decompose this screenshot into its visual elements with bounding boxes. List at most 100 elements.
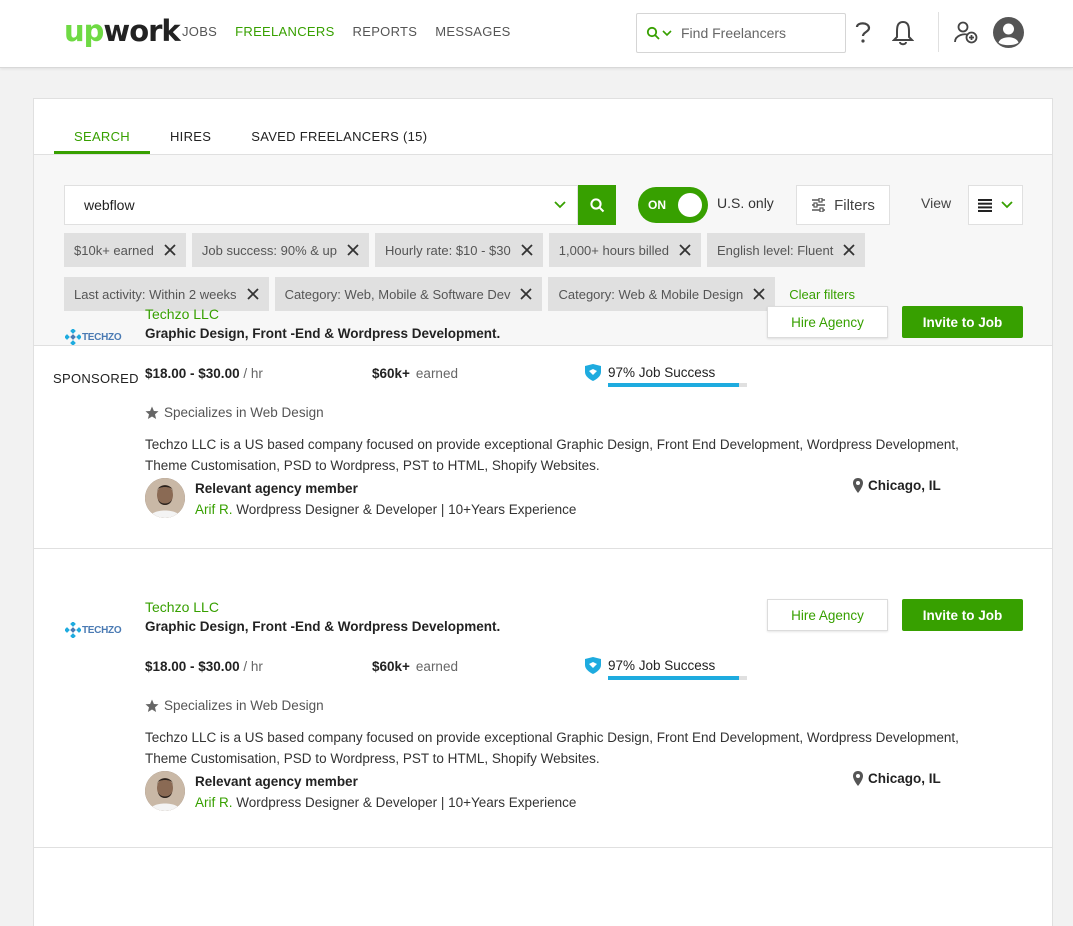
view-toggle-button[interactable]: [968, 185, 1023, 225]
star-icon: [145, 406, 159, 419]
member-title: Wordpress Designer & Developer | 10+Year…: [236, 795, 577, 810]
close-icon[interactable]: [520, 288, 533, 300]
location-pin-icon: [853, 478, 863, 493]
location: Chicago, IL: [853, 478, 941, 493]
chevron-down-icon[interactable]: [553, 198, 567, 212]
close-icon[interactable]: [164, 244, 176, 256]
company-name-link[interactable]: Techzo LLC: [145, 599, 219, 615]
add-user-icon[interactable]: [954, 20, 978, 44]
close-icon[interactable]: [246, 288, 259, 300]
member-info: Arif R. Wordpress Designer & Developer |…: [195, 502, 576, 517]
member-name-link[interactable]: Arif R.: [195, 795, 233, 810]
header-search[interactable]: Find Freelancers: [636, 13, 846, 53]
specialization-text: Specializes in Web Design: [164, 698, 324, 713]
hourly-rate: $18.00 - $30.00 / hr: [145, 366, 263, 381]
chevron-down-icon: [1001, 201, 1013, 209]
job-success: 97% Job Success: [585, 651, 747, 680]
bell-icon[interactable]: [892, 20, 914, 46]
search-icon: [646, 26, 660, 40]
filter-chip[interactable]: Hourly rate: $10 - $30: [375, 233, 543, 267]
job-success-fill: [608, 383, 739, 387]
company-logo: TECHZO: [65, 329, 122, 345]
hire-agency-button[interactable]: Hire Agency: [767, 599, 888, 631]
invite-to-job-button[interactable]: Invite to Job: [902, 306, 1023, 338]
filter-chip-label: 1,000+ hours billed: [558, 242, 669, 258]
specialization: Specializes in Web Design: [145, 405, 324, 420]
filter-chip[interactable]: $10k+ earned: [64, 233, 186, 267]
profile-title: Graphic Design, Front -End & Wordpress D…: [145, 326, 501, 341]
top-header: up work JOBS FREELANCERS REPORTS MESSAGES…: [0, 0, 1073, 68]
close-icon[interactable]: [347, 244, 359, 256]
relevant-member-label: Relevant agency member: [195, 481, 358, 496]
filter-chip[interactable]: Job success: 90% & up: [191, 233, 370, 267]
relevant-member-label: Relevant agency member: [195, 774, 358, 789]
avatar-icon[interactable]: [992, 16, 1025, 49]
member-title: Wordpress Designer & Developer | 10+Year…: [236, 502, 577, 517]
rate-value: $18.00 - $30.00: [145, 659, 240, 674]
job-success-bar: [608, 676, 747, 680]
hourly-rate: $18.00 - $30.00 / hr: [145, 659, 263, 674]
specialization-text: Specializes in Web Design: [164, 405, 324, 420]
close-icon[interactable]: [679, 244, 691, 256]
close-icon[interactable]: [843, 244, 855, 256]
search-icon: [590, 198, 605, 213]
tab-search[interactable]: SEARCH: [54, 129, 150, 154]
freelancer-result: TECHZO Techzo LLC Graphic Design, Front …: [34, 577, 1052, 848]
filter-chip-label: Job success: 90% & up: [201, 242, 338, 258]
nav-messages[interactable]: MESSAGES: [435, 24, 510, 39]
avatar[interactable]: [145, 771, 185, 811]
close-icon[interactable]: [521, 244, 533, 256]
view-label: View: [921, 195, 952, 211]
nav-freelancers[interactable]: FREELANCERS: [235, 24, 334, 39]
toggle-label: ON: [648, 198, 666, 212]
location-text: Chicago, IL: [868, 478, 941, 493]
shield-badge-icon: [585, 364, 601, 381]
upwork-logo[interactable]: up work: [64, 14, 181, 50]
search-input[interactable]: Find Freelancers: [681, 25, 786, 41]
toggle-knob: [678, 193, 702, 217]
company-logo-text: TECHZO: [82, 624, 122, 636]
nav-jobs[interactable]: JOBS: [182, 24, 217, 39]
main-nav: JOBS FREELANCERS REPORTS MESSAGES: [182, 24, 511, 39]
avatar[interactable]: [145, 478, 185, 518]
list-view-icon: [978, 198, 992, 212]
member-info: Arif R. Wordpress Designer & Developer |…: [195, 795, 576, 810]
job-success: 97% Job Success: [585, 358, 747, 387]
company-logo: TECHZO: [65, 622, 122, 638]
filters-button[interactable]: Filters: [796, 185, 890, 225]
clear-filters-link[interactable]: Clear filters: [789, 287, 855, 302]
tab-hires[interactable]: HIRES: [150, 129, 231, 154]
sliders-icon: [812, 198, 826, 212]
specialization: Specializes in Web Design: [145, 698, 324, 713]
shield-badge-icon: [585, 657, 601, 674]
location-text: Chicago, IL: [868, 771, 941, 786]
us-only-toggle[interactable]: ON: [638, 187, 708, 223]
earned-label: earned: [415, 366, 458, 381]
company-name-link[interactable]: Techzo LLC: [145, 306, 219, 322]
search-button[interactable]: [578, 185, 616, 225]
rate-unit: / hr: [243, 366, 263, 381]
earnings: $60k+ earned: [372, 659, 458, 674]
member-name-link[interactable]: Arif R.: [195, 502, 233, 517]
star-icon: [145, 699, 159, 712]
member-photo: [145, 771, 185, 811]
search-scope-dropdown[interactable]: [646, 26, 681, 40]
logo-up-text: up: [64, 14, 104, 48]
nav-reports[interactable]: REPORTS: [353, 24, 418, 39]
query-input[interactable]: webflow: [64, 185, 578, 225]
techzo-logo-icon: [65, 622, 81, 638]
hire-agency-button[interactable]: Hire Agency: [767, 306, 888, 338]
agency-description: Techzo LLC is a US based company focused…: [145, 437, 959, 473]
rate-unit: / hr: [243, 659, 263, 674]
close-icon[interactable]: [753, 288, 765, 300]
filter-chip-label: Category: Web, Mobile & Software Dev: [284, 286, 511, 302]
filter-chip-label: Last activity: Within 2 weeks: [74, 286, 237, 302]
filter-chip-label: $10k+ earned: [74, 242, 154, 258]
help-icon[interactable]: [853, 20, 873, 46]
job-success-text: 97% Job Success: [608, 658, 716, 673]
tab-saved-freelancers[interactable]: SAVED FREELANCERS (15): [231, 129, 447, 154]
tab-bar: SEARCH HIRES SAVED FREELANCERS (15): [54, 129, 447, 154]
invite-to-job-button[interactable]: Invite to Job: [902, 599, 1023, 631]
filter-chip[interactable]: English level: Fluent: [706, 233, 866, 267]
filter-chip[interactable]: 1,000+ hours billed: [548, 233, 701, 267]
